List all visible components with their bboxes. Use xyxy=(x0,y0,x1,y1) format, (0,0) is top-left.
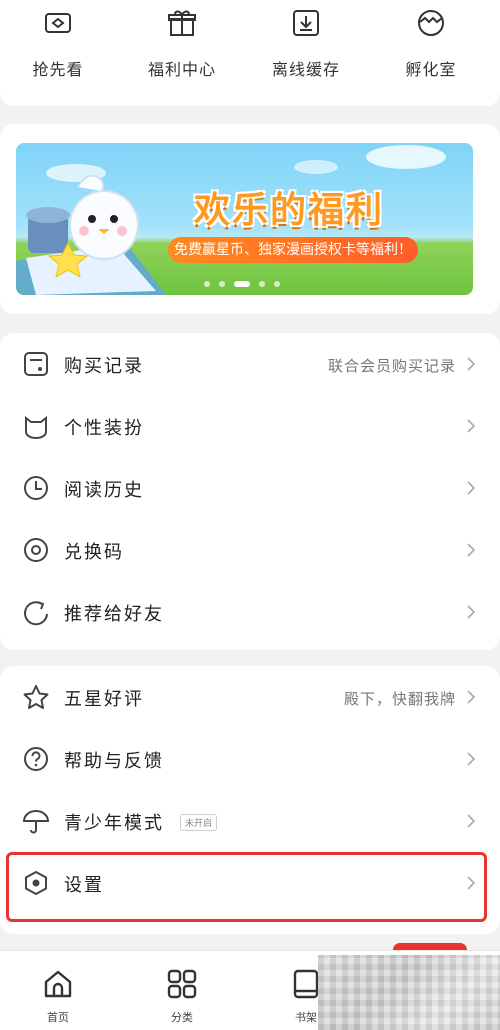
umbrella-icon xyxy=(22,810,50,834)
menu-item-label: 个性装扮 xyxy=(64,418,144,439)
banner-pagination xyxy=(204,273,289,287)
menu-item-label: 青少年模式 xyxy=(64,813,164,834)
banner-dot[interactable] xyxy=(274,280,280,287)
banner-dot[interactable] xyxy=(204,280,210,287)
redeem-code-icon xyxy=(24,538,48,562)
quick-action-welfare[interactable]: 福利中心 xyxy=(127,0,237,106)
home-icon xyxy=(44,970,72,998)
purchase-record-icon xyxy=(24,352,48,376)
cat-face-icon xyxy=(25,415,47,439)
quick-action-label: 抢先看 xyxy=(32,60,84,79)
menu-item-recommend-friend[interactable]: 推荐给好友 xyxy=(0,581,500,643)
chevron-right-icon xyxy=(467,543,476,557)
menu-item-teen-mode[interactable]: 青少年模式 未开启 xyxy=(0,790,500,852)
tab-label: 分类 xyxy=(171,1011,193,1024)
star-icon xyxy=(23,685,49,709)
chevron-right-icon xyxy=(467,752,476,766)
menu-item-label: 五星好评 xyxy=(64,689,144,710)
menu-item-label: 推荐给好友 xyxy=(64,604,164,625)
tab-home[interactable]: 首页 xyxy=(0,951,118,1030)
menu-item-label: 购买记录 xyxy=(64,356,144,377)
help-icon xyxy=(24,747,48,771)
tab-label: 首页 xyxy=(47,1011,69,1024)
chevron-right-icon xyxy=(467,814,476,828)
banner-dot-active[interactable] xyxy=(234,280,250,287)
download-icon xyxy=(293,10,319,36)
menu-item-hint: 联合会员购买记录 xyxy=(327,357,456,375)
category-icon xyxy=(167,969,197,999)
chevron-right-icon xyxy=(467,481,476,495)
banner-dot[interactable] xyxy=(219,280,225,287)
menu-group-primary: 购买记录 联合会员购买记录 个性装扮 阅读历史 兑换码 推荐给好友 xyxy=(0,333,500,650)
menu-item-purchase-record[interactable]: 购买记录 联合会员购买记录 xyxy=(0,333,500,395)
menu-item-help-feedback[interactable]: 帮助与反馈 xyxy=(0,728,500,790)
menu-item-personal-dressup[interactable]: 个性装扮 xyxy=(0,395,500,457)
banner-card: 欢乐的福利 免费赢星币、独家漫画授权卡等福利！ xyxy=(0,124,500,314)
banner-subtitle: 免费赢星币、独家漫画授权卡等福利！ xyxy=(168,237,418,263)
menu-item-label: 兑换码 xyxy=(64,542,124,563)
menu-item-reading-history[interactable]: 阅读历史 xyxy=(0,457,500,519)
quick-action-offline-cache[interactable]: 离线缓存 xyxy=(251,0,361,106)
quick-action-label: 孵化室 xyxy=(405,60,457,79)
menu-item-label: 阅读历史 xyxy=(64,480,144,501)
promo-banner[interactable]: 欢乐的福利 免费赢星币、独家漫画授权卡等福利！ xyxy=(16,143,473,295)
menu-item-five-star-review[interactable]: 五星好评 殿下，快翻我牌 xyxy=(0,666,500,728)
chevron-right-icon xyxy=(467,690,476,704)
quick-action-label: 离线缓存 xyxy=(271,60,340,79)
ticket-icon xyxy=(45,13,71,33)
chevron-right-icon xyxy=(467,605,476,619)
quick-action-label: 福利中心 xyxy=(147,60,216,79)
tab-category[interactable]: 分类 xyxy=(122,951,242,1030)
pixelated-watermark xyxy=(318,955,500,1030)
status-badge: 未开启 xyxy=(180,814,218,831)
menu-item-redeem-code[interactable]: 兑换码 xyxy=(0,519,500,581)
egg-icon xyxy=(418,10,444,36)
quick-action-preview[interactable]: 抢先看 xyxy=(3,0,113,106)
gift-icon xyxy=(168,10,196,36)
share-icon xyxy=(24,601,48,626)
settings-highlight-box xyxy=(6,852,487,922)
chevron-right-icon xyxy=(467,357,476,371)
quick-actions-card: 抢先看 福利中心 离线缓存 孵化室 xyxy=(0,0,500,106)
banner-title: 欢乐的福利 xyxy=(194,190,385,231)
menu-item-hint: 殿下，快翻我牌 xyxy=(343,690,456,708)
chevron-right-icon xyxy=(467,419,476,433)
menu-item-label: 帮助与反馈 xyxy=(64,751,164,772)
banner-dot[interactable] xyxy=(259,280,265,287)
clock-icon xyxy=(24,476,48,500)
quick-action-incubator[interactable]: 孵化室 xyxy=(376,0,486,106)
